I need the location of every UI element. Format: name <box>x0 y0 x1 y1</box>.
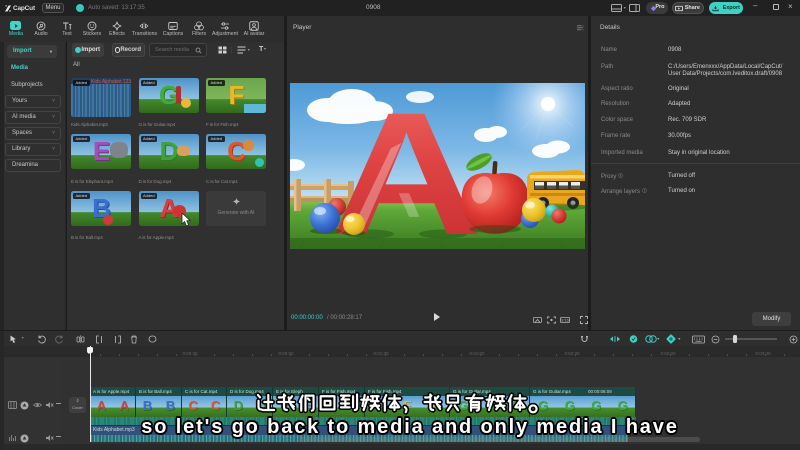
svg-text:9:16: 9:16 <box>561 318 570 323</box>
